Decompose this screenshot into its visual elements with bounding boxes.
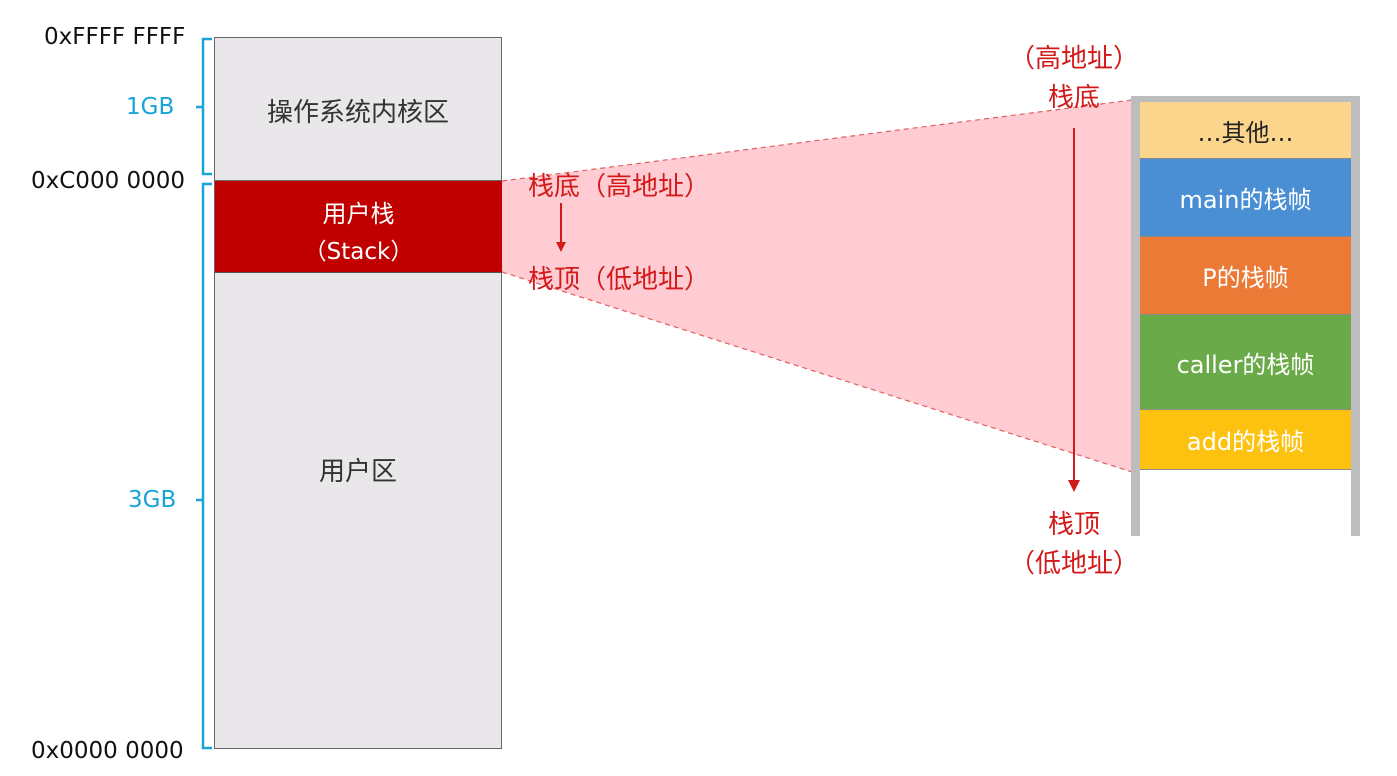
- brace-1gb: [196, 37, 212, 176]
- right-low-address: （低地址）: [1008, 549, 1139, 579]
- stack-frame-label: P的栈帧: [1202, 264, 1289, 292]
- user-stack-sublabel: （Stack）: [303, 239, 414, 265]
- right-stack-top: 栈顶: [1047, 510, 1100, 540]
- address-kernel-boundary: 0xC000 0000: [31, 168, 186, 194]
- stack-container-right-wall: [1351, 96, 1360, 536]
- right-high-address: （高地址）: [1008, 44, 1139, 74]
- memory-column: [214, 37, 502, 749]
- address-bottom: 0x0000 0000: [31, 738, 184, 764]
- kernel-region-label: 操作系统内核区: [266, 98, 449, 128]
- stack-frame-label: caller的栈帧: [1176, 350, 1315, 379]
- stack-frame-label: add的栈帧: [1186, 428, 1305, 456]
- size-label-1gb: 1GB: [126, 94, 175, 120]
- address-top: 0xFFFF FFFF: [44, 24, 186, 50]
- stack-bottom-annotation: 栈底（高地址）: [528, 172, 711, 202]
- stack-frame-caller: caller的栈帧: [1140, 315, 1351, 410]
- right-stack-bottom: 栈底: [1047, 83, 1100, 113]
- stack-frame-p: P的栈帧: [1140, 237, 1351, 315]
- user-stack-label: 用户栈: [322, 200, 395, 228]
- stack-container-left-wall: [1131, 96, 1140, 536]
- stack-frame-main: main的栈帧: [1140, 159, 1351, 237]
- stack-top-annotation: 栈顶（低地址）: [528, 265, 711, 295]
- user-area-label: 用户区: [318, 457, 397, 487]
- brace-3gb: [196, 182, 212, 750]
- stack-frame-label: main的栈帧: [1179, 186, 1312, 214]
- stack-frame-other: …其他…: [1140, 102, 1351, 159]
- stack-memory-diagram: 0xFFFF FFFF 0xC000 0000 0x0000 0000 1GB …: [0, 0, 1397, 776]
- long-red-arrow-head: [1068, 480, 1080, 492]
- size-label-3gb: 3GB: [128, 487, 177, 513]
- stack-frame-add: add的栈帧: [1140, 410, 1351, 470]
- stack-frames: …其他… main的栈帧 P的栈帧 caller的栈帧 add的栈帧: [1140, 102, 1351, 470]
- stack-frame-label: …其他…: [1197, 118, 1294, 147]
